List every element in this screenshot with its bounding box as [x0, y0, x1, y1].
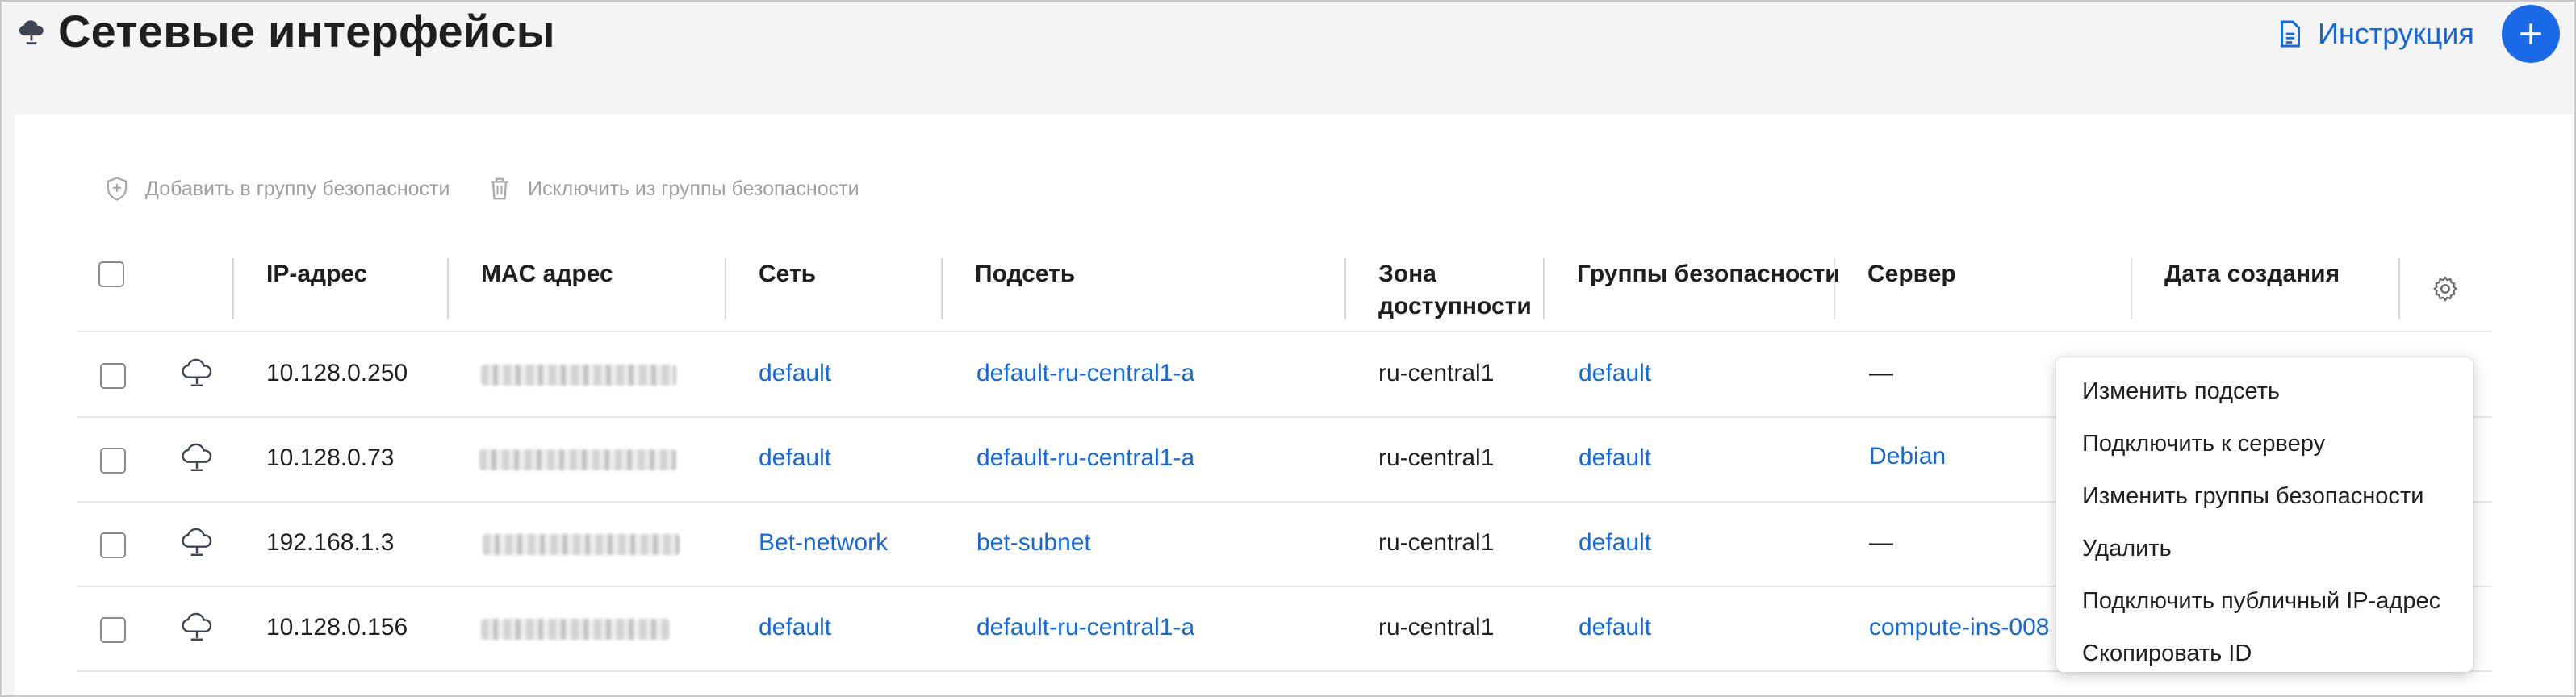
- instructions-label: Инструкция: [2318, 17, 2474, 50]
- row-subnet-link[interactable]: bet-subnet: [976, 529, 1091, 557]
- row-zone: ru-central1: [1378, 360, 1495, 386]
- column-header-created[interactable]: Дата создания: [2164, 258, 2340, 290]
- row-divider: [77, 331, 2492, 332]
- row-network-link[interactable]: Bet-network: [759, 529, 888, 557]
- plus-icon: [2520, 23, 2541, 44]
- row-security-group-link[interactable]: default: [1579, 614, 1651, 641]
- column-header-network[interactable]: Сеть: [759, 258, 816, 290]
- row-ip: 10.128.0.156: [266, 614, 408, 641]
- shield-icon: [107, 177, 128, 201]
- column-separator: [725, 258, 726, 319]
- menu-item-attach-to-server[interactable]: Подключить к серверу: [2056, 418, 2473, 470]
- add-to-security-group-label: Добавить в группу безопасности: [145, 177, 450, 200]
- remove-from-security-group-button[interactable]: Исключить из группы безопасности: [487, 176, 859, 202]
- column-separator: [447, 258, 449, 319]
- column-separator: [1834, 258, 1835, 319]
- menu-item-change-security-groups[interactable]: Изменить группы безопасности: [2056, 470, 2473, 523]
- row-mac-redacted: [481, 619, 670, 640]
- column-header-zone-line1: Зона: [1378, 261, 1436, 287]
- cloud-network-icon: [182, 358, 212, 386]
- row-ip: 192.168.1.3: [266, 529, 395, 556]
- select-all-checkbox[interactable]: [98, 261, 124, 287]
- column-separator: [941, 258, 943, 319]
- row-checkbox[interactable]: [100, 448, 126, 474]
- menu-item-delete[interactable]: Удалить: [2056, 523, 2473, 575]
- remove-from-security-group-label: Исключить из группы безопасности: [528, 177, 859, 200]
- column-header-security-groups[interactable]: Группы безопасности: [1577, 258, 1840, 290]
- page-header: Сетевые интерфейсы Инструкция: [0, 0, 2576, 113]
- row-ip: 10.128.0.250: [266, 360, 408, 386]
- row-network-link[interactable]: default: [759, 614, 831, 641]
- row-context-menu: Изменить подсеть Подключить к серверу Из…: [2056, 357, 2473, 672]
- row-server-link[interactable]: compute-ins-008: [1869, 614, 2049, 641]
- column-header-server[interactable]: Сервер: [1867, 258, 1956, 290]
- column-separator: [2398, 258, 2400, 319]
- row-security-group-link[interactable]: default: [1579, 444, 1651, 472]
- column-separator: [1543, 258, 1545, 319]
- add-to-security-group-button[interactable]: Добавить в группу безопасности: [105, 176, 450, 202]
- row-subnet-link[interactable]: default-ru-central1-a: [976, 360, 1194, 387]
- row-checkbox[interactable]: [100, 617, 126, 643]
- row-mac-redacted: [481, 365, 676, 386]
- row-mac-redacted: [483, 534, 680, 555]
- row-subnet-link[interactable]: default-ru-central1-a: [976, 444, 1194, 472]
- row-ip: 10.128.0.73: [266, 444, 395, 471]
- instructions-button[interactable]: Инструкция: [2277, 13, 2474, 55]
- column-separator: [2131, 258, 2132, 319]
- column-separator: [232, 258, 234, 319]
- column-header-ip[interactable]: IP-адрес: [266, 258, 367, 290]
- column-header-mac[interactable]: MAC адрес: [481, 258, 613, 290]
- row-network-link[interactable]: default: [759, 444, 831, 472]
- column-header-zone-line2: доступности: [1378, 293, 1532, 319]
- menu-item-copy-id[interactable]: Скопировать ID: [2056, 628, 2473, 680]
- row-server-link[interactable]: Debian: [1869, 443, 1946, 470]
- trash-icon: [490, 177, 509, 200]
- row-mac-redacted: [479, 449, 676, 470]
- column-separator: [1344, 258, 1346, 319]
- row-checkbox[interactable]: [100, 363, 126, 389]
- cloud-network-icon: [182, 443, 212, 471]
- gear-icon[interactable]: [2431, 274, 2460, 303]
- cloud-network-icon: [182, 528, 212, 556]
- row-zone: ru-central1: [1378, 529, 1495, 556]
- cloud-network-icon: [182, 612, 212, 641]
- column-header-subnet[interactable]: Подсеть: [975, 258, 1075, 290]
- cloud-network-icon: [19, 20, 44, 45]
- menu-item-change-subnet[interactable]: Изменить подсеть: [2056, 365, 2473, 418]
- row-security-group-link[interactable]: default: [1579, 529, 1651, 557]
- column-header-zone[interactable]: Зона доступности: [1378, 258, 1532, 323]
- row-subnet-link[interactable]: default-ru-central1-a: [976, 614, 1194, 641]
- row-zone: ru-central1: [1378, 444, 1495, 471]
- row-network-link[interactable]: default: [759, 360, 831, 387]
- row-server: —: [1869, 529, 1893, 556]
- row-server: —: [1869, 360, 1893, 386]
- page-title: Сетевые интерфейсы: [58, 6, 555, 56]
- menu-item-attach-public-ip[interactable]: Подключить публичный IP-адрес: [2056, 575, 2473, 628]
- row-checkbox[interactable]: [100, 532, 126, 558]
- document-icon: [2281, 20, 2300, 48]
- row-security-group-link[interactable]: default: [1579, 360, 1651, 387]
- row-zone: ru-central1: [1378, 614, 1495, 641]
- add-interface-button[interactable]: [2502, 5, 2560, 63]
